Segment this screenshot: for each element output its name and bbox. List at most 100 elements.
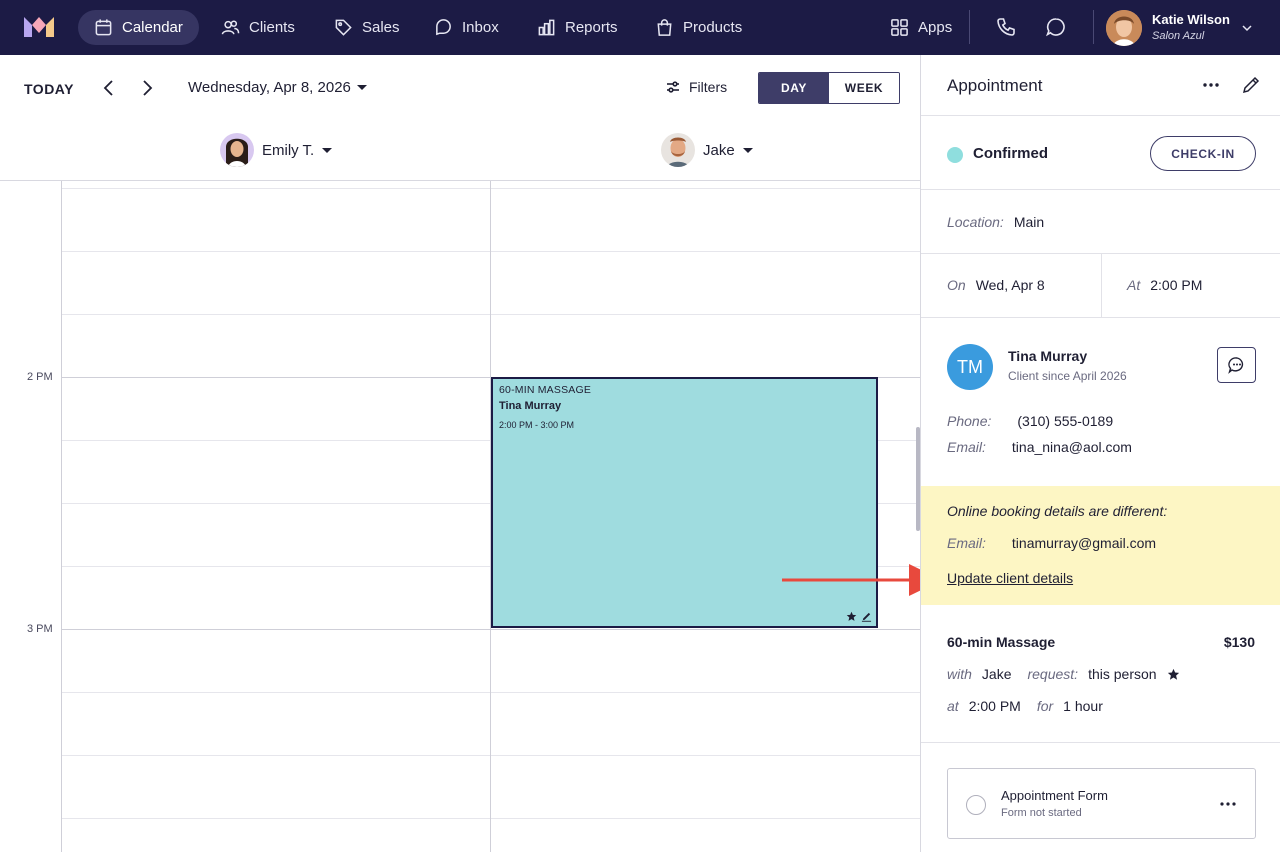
service-price: $130 [1223,634,1255,650]
user-name: Katie Wilson [1152,12,1230,27]
panel-title: Appointment [947,76,1043,95]
nav-sales-label: Sales [362,19,400,36]
filters-icon [667,81,679,93]
time-label: 2 PM [27,371,53,383]
chevron-down-icon[interactable] [1240,21,1254,35]
staff-avatar [661,133,695,167]
service-name[interactable]: 60-min Massage [947,634,1055,650]
time-gutter-divider [61,181,62,852]
app-logo-icon[interactable] [24,17,54,37]
time-row[interactable]: At 2:00 PM [1127,277,1202,293]
appointment-icons [846,611,872,622]
date-time-divider [1101,254,1102,318]
apps-grid-icon [891,19,908,36]
messages-button[interactable] [1045,16,1069,40]
users-icon [221,20,240,35]
email-row: Email: tina_nina@aol.com [947,439,1132,455]
next-day-button[interactable] [136,77,158,99]
nav-reports[interactable]: Reports [521,10,634,45]
hour-line [62,629,920,630]
time-label: 3 PM [27,623,53,635]
service-time-row: at 2:00 PM for 1 hour [947,698,1103,714]
view-toggle: DAY WEEK [758,72,900,104]
nav-products-label: Products [683,19,743,36]
day-view-button[interactable]: DAY [759,73,829,103]
for-value: 1 hour [1063,698,1103,714]
message-icon [1227,357,1243,374]
shopping-bag-icon [657,19,672,36]
phone-row: Phone: (310) 555-0189 [947,413,1113,429]
at-label: At [1127,277,1141,293]
staff-avatar [220,133,254,167]
phone-label: Phone: [947,413,992,429]
status-dot [947,147,963,163]
message-client-button[interactable] [1217,347,1256,383]
bar-chart-icon [538,19,555,36]
user-salon: Salon Azul [1152,30,1205,42]
today-button[interactable]: TODAY [24,81,74,97]
with-value: Jake [981,666,1012,682]
service-staff-row: with Jake request: this person [947,666,1180,682]
chat-bubble-icon [436,19,451,36]
user-portrait-icon [1106,10,1142,46]
calendar-grid[interactable]: 2 PM 3 PM 60-MIN MASSAGE Tina Murray 2:0… [0,181,920,852]
nav-calendar[interactable]: Calendar [78,10,199,45]
nav-products[interactable]: Products [639,10,758,45]
staff-header-row: Emily T. Jake [0,121,920,181]
pencil-icon[interactable] [1241,75,1261,95]
appointment-form-card[interactable]: Appointment Form Form not started [947,768,1256,839]
star-icon [1167,668,1179,680]
date-row[interactable]: On Wed, Apr 8 [947,277,1045,293]
request-label: request: [1027,666,1079,682]
appointment-service: 60-MIN MASSAGE [499,384,592,396]
email-value[interactable]: tina_nina@aol.com [1012,439,1132,455]
calendar-toolbar: TODAY Wednesday, Apr 8, 2026 Filters DAY… [0,55,920,121]
panel-header: Appointment [921,55,1280,116]
pencil-icon [861,612,872,622]
at-value: 2:00 PM [1150,277,1203,293]
form-status-radio[interactable] [966,795,986,815]
previous-day-button[interactable] [98,77,120,99]
form-status: Form not started [1001,807,1082,819]
client-avatar[interactable]: TM [947,344,993,390]
staff-selector-jake[interactable]: Jake [661,133,753,167]
update-client-details-link[interactable]: Update client details [947,570,1073,586]
week-view-button[interactable]: WEEK [829,73,899,103]
more-options-icon[interactable] [1218,799,1238,809]
for-label: for [1036,698,1054,714]
more-options-icon[interactable] [1201,77,1221,93]
tag-icon [335,19,352,36]
nav-clients[interactable]: Clients [205,10,311,45]
appointment-time: 2:00 PM - 3:00 PM [499,420,575,430]
status-text: Confirmed [973,145,1048,162]
staff-name: Emily T. [262,141,315,159]
phone-value[interactable]: (310) 555-0189 [1017,413,1113,429]
filters-button[interactable]: Filters [665,79,727,95]
booking-notice: Online booking details are different: Em… [921,486,1280,605]
location-label: Location: [947,214,1004,230]
staff-selector-emily[interactable]: Emily T. [220,133,333,167]
star-icon [846,611,857,621]
location-value[interactable]: Main [1014,214,1044,230]
date-label: Wednesday, Apr 8, 2026 [188,79,351,96]
client-name[interactable]: Tina Murray [1008,348,1087,364]
staff-name: Jake [703,141,735,159]
quarter-hour-line [62,692,920,693]
date-selector[interactable]: Wednesday, Apr 8, 2026 [188,79,367,96]
caret-down-icon [356,85,367,90]
phone-button[interactable] [995,16,1019,40]
nav-inbox[interactable]: Inbox [418,10,515,45]
request-value: this person [1088,666,1157,682]
nav-apps-label: Apps [918,19,953,36]
booking-email-row: Email: tinamurray@gmail.com [947,535,1156,551]
check-in-button[interactable]: CHECK-IN [1150,136,1256,171]
email-label: Email: [947,439,986,455]
phone-icon [997,18,1015,36]
quarter-hour-line [62,251,920,252]
nav-sales[interactable]: Sales [318,10,416,45]
nav-calendar-label: Calendar [122,19,183,36]
user-avatar[interactable] [1106,10,1142,46]
nav-divider [969,10,970,44]
appointment-client: Tina Murray [499,400,562,412]
nav-apps[interactable]: Apps [874,10,968,45]
